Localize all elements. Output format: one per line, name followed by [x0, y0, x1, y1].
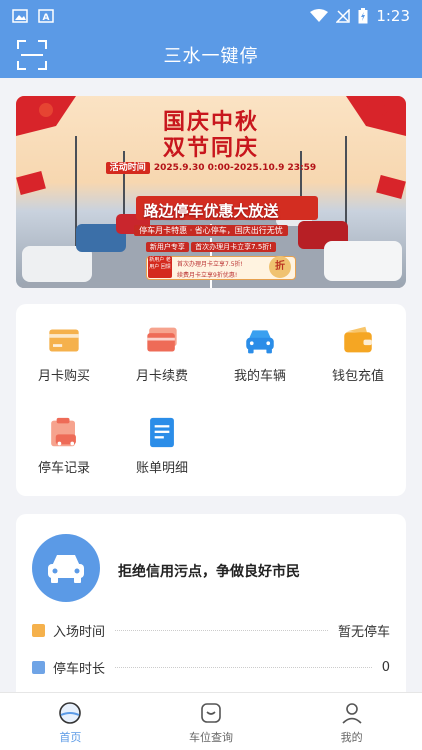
new-user-tag: 新用户专享	[145, 242, 189, 252]
tab-label: 车位查询	[189, 731, 233, 744]
dotted-divider	[115, 629, 328, 631]
tab-mine[interactable]: 我的	[281, 693, 422, 750]
tab-label: 首页	[59, 731, 82, 744]
svg-text:A: A	[43, 13, 50, 23]
entry-time-dot	[32, 623, 45, 637]
bill-icon	[150, 417, 174, 448]
menu-label: 我的车辆	[233, 369, 286, 384]
promo-banner[interactable]: 国庆中秋 双节同庆 活动时间 2025.9.30 0:00-2025.10.9 2…	[16, 96, 406, 288]
wifi-icon	[310, 9, 329, 22]
menu-my-vehicles[interactable]: 我的车辆	[212, 304, 308, 384]
offer-line-1: 首次办理月卡立享7.5折!	[177, 261, 243, 268]
info-row-entry-time: 入场时间 暂无停车	[32, 619, 390, 641]
image-icon	[12, 9, 28, 23]
scan-icon[interactable]	[16, 39, 48, 71]
status-bar: A 1:23	[0, 0, 422, 32]
menu-month-card-renew[interactable]: 月卡续费	[114, 304, 210, 384]
signal-off-icon	[336, 9, 351, 23]
home-icon	[59, 702, 82, 724]
info-value: 暂无停车	[337, 624, 390, 640]
user-icon	[342, 703, 362, 724]
info-label: 入场时间	[53, 624, 106, 640]
menu-wallet-recharge[interactable]: 钱包充值	[310, 304, 406, 384]
activity-time: 2025.9.30 0:00-2025.10.9 23:59	[153, 163, 317, 173]
battery-charging-icon	[358, 8, 368, 24]
car-icon	[246, 330, 274, 354]
card-icon	[49, 329, 79, 352]
page-title: 三水一键停	[163, 46, 259, 67]
car-icon	[48, 555, 84, 583]
menu-label: 停车记录	[37, 461, 90, 476]
card-stack-icon	[147, 327, 177, 352]
menu-month-card-buy[interactable]: 月卡购买	[16, 304, 112, 384]
wallet-icon	[344, 326, 372, 353]
clock-time: 1:23	[376, 7, 410, 25]
info-label: 停车时长	[53, 661, 106, 677]
banner-activity: 活动时间 2025.9.30 0:00-2025.10.9 23:59	[16, 160, 406, 174]
activity-tag: 活动时间	[105, 162, 150, 174]
menu-label: 月卡购买	[37, 369, 90, 384]
menu-label: 账单明细	[135, 461, 188, 476]
tab-home[interactable]: 首页	[0, 693, 141, 750]
banner-new-user-line: 新用户专享 首次办理月卡立享7.5折!	[16, 242, 406, 252]
duration-dot	[32, 660, 45, 674]
info-row-duration: 停车时长 0	[32, 656, 390, 678]
bottom-tab-bar: 首页 车位查询 我的	[0, 692, 422, 750]
offer-line-2: 续费月卡立享9折优惠!	[177, 272, 238, 279]
menu-parking-records[interactable]: 停车记录	[16, 396, 112, 476]
slogan-text: 拒绝信用污点，争做良好市民	[118, 564, 300, 580]
app-bar: 三水一键停	[0, 32, 422, 78]
tab-parking-search[interactable]: 车位查询	[141, 693, 282, 750]
car-avatar	[32, 534, 100, 602]
menu-bill-details[interactable]: 账单明细	[114, 396, 210, 476]
parking-record-icon	[51, 417, 76, 447]
user-badge: 新用户 老用户 回馈	[148, 256, 172, 278]
function-menu: 月卡购买 月卡续费 我的车辆 钱包充值 停车记录 账单明细	[16, 304, 406, 496]
menu-label: 月卡续费	[135, 369, 188, 384]
banner-headline-2: 双节同庆	[162, 136, 259, 161]
parking-search-icon	[201, 703, 221, 723]
banner-promo: 路边停车优惠大放送	[143, 202, 279, 220]
dotted-divider	[115, 666, 372, 668]
new-user-offer: 首次办理月卡立享7.5折!	[191, 242, 277, 252]
parking-info-card: 拒绝信用污点，争做良好市民 入场时间 暂无停车 停车时长 0	[16, 514, 406, 694]
info-value: 0	[381, 659, 390, 675]
discount-badge: 折	[269, 256, 291, 278]
banner-sub-line: 停车月卡特惠 · 省心停车，国庆出行无忧	[16, 225, 406, 236]
tab-label: 我的	[340, 731, 363, 744]
banner-sub-text: 停车月卡特惠 · 省心停车，国庆出行无忧	[134, 225, 288, 236]
font-a-icon: A	[38, 9, 54, 23]
menu-label: 钱包充值	[331, 369, 384, 384]
